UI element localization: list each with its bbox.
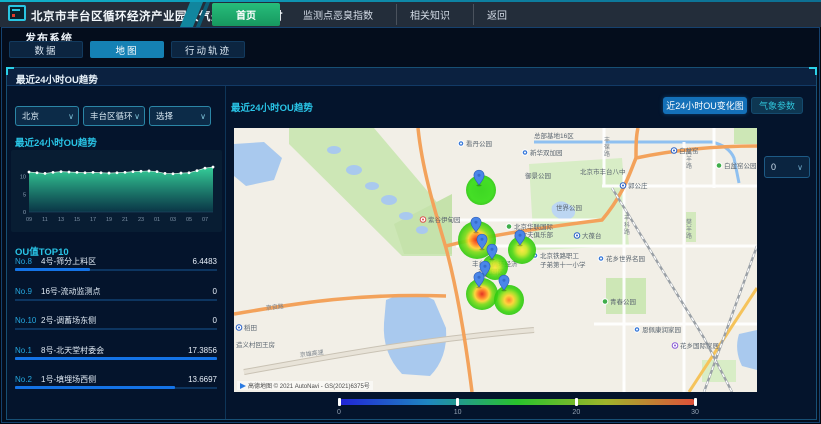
svg-text:5: 5 <box>23 192 26 198</box>
svg-text:23: 23 <box>138 217 144 223</box>
trend-panel: 最近24小时OU趋势 北京∨丰台区循环经济产∨选择∨ 最近24小时OU趋势 05… <box>6 67 817 420</box>
map-label: 御景公园 <box>525 171 551 180</box>
map-label: 紫谷伊甸园 <box>428 215 461 224</box>
top-list-row[interactable]: No.916号-流动监测点0 <box>15 286 217 312</box>
svg-text:05: 05 <box>186 217 192 223</box>
top-list-row[interactable]: No.18号-北天堂村委会17.3856 <box>15 345 217 371</box>
map-label: 郭公庄 <box>628 181 648 190</box>
map-label: 造义村回王房 <box>236 340 275 349</box>
legend-tick-label: 30 <box>691 409 699 416</box>
svg-text:19: 19 <box>106 217 112 223</box>
legend-tick <box>575 398 578 406</box>
legend-tick-label: 10 <box>454 409 462 416</box>
map-label: 总部基地16区 <box>534 131 574 140</box>
filter-select-1[interactable]: 北京∨ <box>15 106 79 126</box>
svg-text:21: 21 <box>122 217 128 223</box>
map-label: 花乡国际家居 <box>680 341 720 350</box>
legend-tick <box>338 398 341 406</box>
map-label: 大葆台 <box>582 231 602 240</box>
svg-text:13: 13 <box>58 217 64 223</box>
map-label: 北京华联国际 <box>514 222 554 231</box>
map-label: 北京铁路职工 <box>540 251 580 260</box>
heatmap-legend: 0102030 <box>339 399 695 405</box>
map-label: 白盆窑公园 <box>724 161 757 170</box>
top-list-row[interactable]: No.84号-筛分上料区6.4483 <box>15 256 217 282</box>
svg-text:0: 0 <box>23 210 26 216</box>
legend-tick <box>694 398 697 406</box>
tab-1[interactable]: 数据 <box>9 41 83 58</box>
tab-2[interactable]: 地图 <box>90 41 164 58</box>
park-icon <box>602 299 608 305</box>
svg-text:01: 01 <box>154 217 160 223</box>
tab-3[interactable]: 行动轨迹 <box>171 41 245 58</box>
header-nav: 首页监测点恶臭指数相关知识返回 <box>212 2 520 27</box>
map[interactable]: 看丹公园总部基地16区新华双加园御景公园北京市丰台八中世界公园北京华联国际高尔夫… <box>234 128 757 392</box>
nav-item-4[interactable]: 返回 <box>473 4 520 25</box>
dropdown-value: 0 <box>771 162 797 172</box>
weather-params-button[interactable]: 气象参数 <box>751 97 803 114</box>
svg-text:15: 15 <box>74 217 80 223</box>
svg-text:11: 11 <box>42 217 48 223</box>
map-option-dropdown[interactable]: 0 ∨ <box>764 156 810 178</box>
map-label: 看丹公园 <box>466 140 492 148</box>
svg-text:07: 07 <box>202 217 208 223</box>
chevron-down-icon: ∨ <box>68 112 74 121</box>
legend-tick <box>456 398 459 406</box>
left-column: 北京∨丰台区循环经济产∨选择∨ 最近24小时OU趋势 0510091113151… <box>7 86 226 419</box>
nav-item-2[interactable]: 监测点恶臭指数 <box>290 4 386 25</box>
trend-chart-label: 最近24小时OU趋势 <box>15 135 97 149</box>
svg-text:10: 10 <box>20 175 26 181</box>
nav-item-3[interactable]: 相关知识 <box>396 4 463 25</box>
trend-chart: 0510091113151719212301030507 <box>11 150 222 232</box>
progress-track <box>15 299 217 301</box>
park-icon <box>716 163 722 169</box>
attribution-text: 高德地图 © 2021 AutoNavi - GS(2021)6375号 <box>248 381 370 390</box>
panel-title: 最近24小时OU趋势 <box>16 72 98 86</box>
progress-bar <box>15 268 90 271</box>
chevron-down-icon: ∨ <box>200 112 206 121</box>
legend-tick-label: 20 <box>572 409 580 416</box>
legend-tick-label: 0 <box>337 409 341 416</box>
map-section-label: 最近24小时OU趋势 <box>231 100 313 114</box>
corner-accent <box>6 67 14 75</box>
top-list-row[interactable]: No.21号-填埋场西侧13.6697 <box>15 374 217 400</box>
map-label: 花乡世界名园 <box>606 254 645 263</box>
top-list-row[interactable]: No.102号-调蓄场东侧0 <box>15 315 217 341</box>
main-frame: 发布系统 数据地图行动轨迹 最近24小时OU趋势 北京∨丰台区循环经济产∨选择∨… <box>1 27 820 423</box>
map-label: 樊羊路 <box>686 148 692 170</box>
progress-bar <box>15 386 175 389</box>
map-label: 青春公园 <box>610 297 636 306</box>
map-label: 北京市丰台八中 <box>580 167 626 176</box>
filter-row: 北京∨丰台区循环经济产∨选择∨ <box>7 106 226 128</box>
map-label: 樊羊路 <box>686 218 692 240</box>
park-icon <box>506 224 512 230</box>
map-label: 稻田 <box>244 323 257 332</box>
map-label: 丰葆路 <box>604 136 610 158</box>
map-label: 世界公园 <box>556 203 582 212</box>
progress-track <box>15 328 217 330</box>
heat-blob <box>494 285 524 315</box>
view-tabs: 数据地图行动轨迹 <box>9 41 245 58</box>
map-attribution: 高德地图 © 2021 AutoNavi - GS(2021)6375号 <box>237 381 373 390</box>
app-logo-icon <box>8 5 26 21</box>
chevron-down-icon: ∨ <box>134 112 140 121</box>
filter-select-3[interactable]: 选择∨ <box>149 106 211 126</box>
nav-item-1[interactable]: 首页 <box>212 3 280 26</box>
svg-text:03: 03 <box>170 217 176 223</box>
filter-select-2[interactable]: 丰台区循环经济产∨ <box>83 106 145 126</box>
map-label: 新华双加园 <box>530 148 563 157</box>
header: 北京市丰台区循环经济产业园大气恶臭状况实时 首页监测点恶臭指数相关知识返回 <box>0 2 821 27</box>
map-label: 恩佩康润家园 <box>642 325 681 334</box>
dashboard: 北京市丰台区循环经济产业园大气恶臭状况实时 首页监测点恶臭指数相关知识返回 发布… <box>0 0 821 424</box>
ou-change-chart-button[interactable]: 近24小时OU变化图 <box>663 97 747 114</box>
map-label: 子弟第十一小学 <box>540 260 586 269</box>
chevron-down-icon: ∨ <box>797 163 803 172</box>
panel-titlebar: 最近24小时OU趋势 <box>7 68 816 86</box>
amap-logo-icon <box>240 383 246 389</box>
progress-bar <box>15 357 217 360</box>
svg-text:17: 17 <box>90 217 96 223</box>
svg-text:09: 09 <box>26 217 32 223</box>
map-label: 丰科路 <box>624 214 630 236</box>
corner-accent <box>809 67 817 75</box>
